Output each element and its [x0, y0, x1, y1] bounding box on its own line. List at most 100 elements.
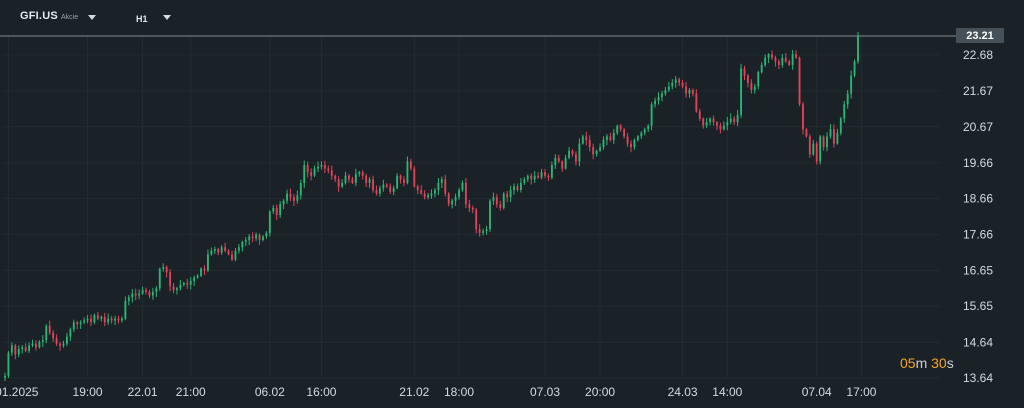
symbol-label[interactable]: GFI.US: [20, 10, 58, 22]
candle-body: [131, 293, 134, 298]
candle-body: [777, 61, 780, 65]
candle-body: [802, 104, 804, 130]
candle-body: [502, 193, 505, 208]
candle-body: [843, 104, 846, 119]
candle-body: [337, 179, 340, 187]
candle-body: [179, 284, 182, 289]
candle-body: [55, 338, 58, 344]
candle-body: [327, 168, 330, 171]
candle-body: [575, 154, 577, 162]
x-tick-label: 07.03: [530, 385, 560, 399]
current-price-badge: 23.21: [956, 28, 1004, 43]
candle-body: [358, 172, 361, 174]
candle-body: [330, 170, 333, 176]
candle-body: [409, 161, 412, 169]
candle-body: [540, 172, 543, 178]
candle-body: [784, 57, 787, 62]
candle-body: [681, 82, 684, 87]
candle-body: [568, 150, 571, 158]
candle-body: [753, 86, 756, 90]
x-tick-label: 18:00: [444, 385, 474, 399]
x-tick-label: 21:00: [176, 385, 206, 399]
candle-body: [523, 179, 526, 183]
candle-body: [774, 57, 777, 62]
candle-body: [509, 190, 512, 198]
candle-body: [829, 129, 832, 137]
candle-body: [413, 168, 416, 187]
candle-body: [396, 175, 399, 189]
candle-body: [433, 190, 436, 194]
candle-body: [210, 250, 213, 255]
candle-body: [489, 200, 491, 230]
candle-body: [107, 318, 110, 323]
candle-body: [750, 82, 753, 90]
candle-body: [516, 186, 519, 191]
x-tick-label: 07.04: [802, 385, 832, 399]
chart-canvas[interactable]: 22.68 21.67 20.67 19.66 18.66 17.66 16.65 15.65…: [0, 0, 1024, 408]
countdown-seconds-unit: s: [946, 355, 954, 371]
candle-body: [7, 352, 10, 376]
x-tick-label: 22.01: [128, 385, 158, 399]
candle-body: [382, 184, 385, 189]
candle-body: [385, 184, 388, 187]
candle-body: [619, 125, 622, 130]
candle-body: [262, 236, 264, 241]
y-tick-label: 14.64: [963, 335, 993, 349]
candle-body: [836, 132, 839, 144]
candle-body: [643, 129, 646, 133]
candle-body: [482, 231, 485, 233]
candle-body: [599, 147, 601, 151]
candle-body: [206, 254, 209, 271]
candle-body: [399, 175, 402, 180]
candle-body: [361, 172, 364, 176]
candle-body: [671, 82, 674, 87]
candle-body: [657, 97, 660, 101]
candle-body: [182, 282, 185, 285]
candle-body: [430, 193, 433, 196]
candle-body: [213, 248, 216, 251]
candle-body: [819, 136, 822, 162]
candle-body: [389, 186, 392, 192]
candle-body: [661, 93, 663, 98]
candle-body: [251, 236, 254, 239]
candle-body: [344, 175, 347, 183]
candle-body: [695, 93, 698, 112]
timeframe-label[interactable]: H1: [136, 14, 148, 24]
symbol-dropdown-chevron-down-icon[interactable]: [88, 15, 96, 20]
candle-body: [805, 129, 808, 137]
candle-body: [138, 293, 141, 296]
candle-body: [83, 320, 86, 323]
x-tick-label: 21.02: [399, 385, 429, 399]
timeframe-dropdown-chevron-down-icon[interactable]: [163, 15, 171, 20]
candle-body: [45, 325, 48, 341]
candle-body: [826, 136, 828, 148]
candle-body: [117, 318, 120, 321]
candle-body: [375, 190, 378, 194]
candle-body: [478, 229, 481, 233]
candle-body: [499, 204, 502, 208]
candle-body: [365, 175, 368, 183]
candle-body: [86, 318, 89, 321]
candle-body: [231, 254, 233, 260]
candle-body: [258, 234, 261, 241]
candle-body: [169, 272, 172, 287]
candle-body: [760, 64, 763, 73]
candle-body: [313, 168, 316, 176]
candle-body: [41, 340, 44, 342]
candle-body: [791, 54, 794, 65]
candle-body: [678, 79, 681, 83]
candle-body: [740, 68, 742, 115]
candle-body: [59, 343, 61, 346]
candle-body: [255, 234, 258, 239]
candle-body: [96, 315, 99, 319]
candle-body: [151, 291, 154, 296]
candle-body: [795, 54, 798, 58]
candle-body: [492, 197, 495, 201]
candle-body: [451, 200, 454, 205]
candle-body: [702, 118, 705, 126]
candle-body: [127, 297, 130, 301]
candle-body: [746, 75, 749, 83]
candle-body: [241, 241, 244, 248]
y-tick-label: 20.67: [963, 120, 993, 134]
candle-body: [605, 136, 608, 140]
